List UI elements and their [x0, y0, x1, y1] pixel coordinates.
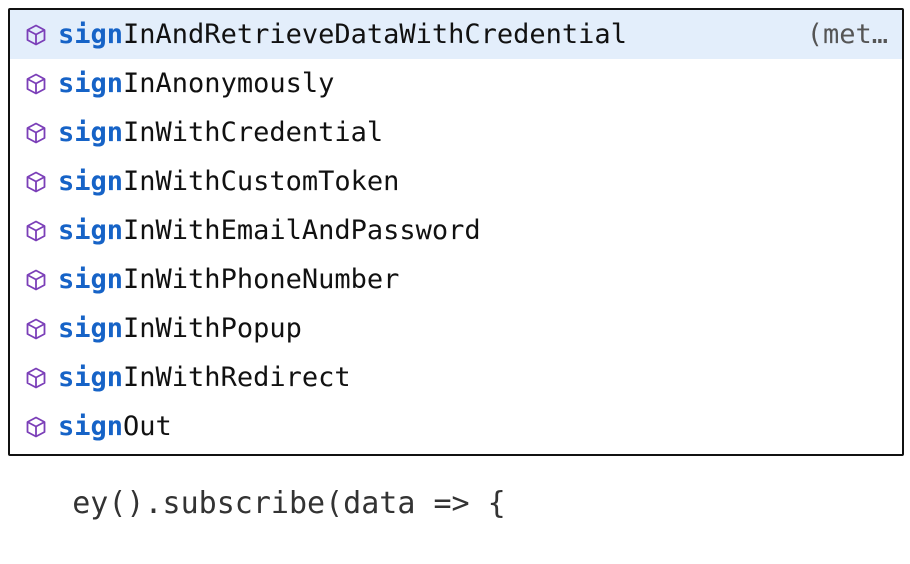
method-cube-icon — [24, 317, 48, 341]
suggestion-match-highlight: sign — [58, 313, 124, 344]
suggestion-item[interactable]: signInWithPopup — [10, 304, 902, 353]
suggestion-item[interactable]: signOut — [10, 402, 902, 451]
suggestion-item[interactable]: signInWithPhoneNumber — [10, 255, 902, 304]
method-cube-icon — [24, 23, 48, 47]
suggestion-rest: InAnonymously — [123, 68, 335, 99]
suggestion-match-highlight: sign — [58, 117, 124, 148]
suggestion-rest: InWithCustomToken — [123, 166, 400, 197]
code-line-text: ey().subscribe(data => { — [72, 486, 506, 521]
suggestion-match-highlight: sign — [58, 264, 124, 295]
suggestion-label: signOut — [58, 411, 172, 442]
suggestion-label: signInWithRedirect — [58, 362, 351, 393]
suggest-widget[interactable]: signInAndRetrieveDataWithCredential (met…… — [8, 8, 904, 456]
suggestion-item[interactable]: signInAnonymously — [10, 59, 902, 108]
suggestion-rest: InWithPhoneNumber — [123, 264, 400, 295]
suggestion-rest: InAndRetrieveDataWithCredential — [123, 19, 627, 50]
suggestion-rest: InWithEmailAndPassword — [123, 215, 481, 246]
suggestion-item[interactable]: signInWithRedirect — [10, 353, 902, 402]
suggestion-label: signInAnonymously — [58, 68, 334, 99]
suggestion-rest: Out — [123, 411, 172, 442]
suggestion-match-highlight: sign — [58, 19, 124, 50]
suggestion-item[interactable]: signInWithEmailAndPassword — [10, 206, 902, 255]
method-cube-icon — [24, 219, 48, 243]
suggestion-match-highlight: sign — [58, 166, 124, 197]
suggestion-label: signInWithCredential — [58, 117, 383, 148]
suggestion-label: signInWithPhoneNumber — [58, 264, 399, 295]
suggestion-label: signInWithCustomToken — [58, 166, 399, 197]
suggest-list[interactable]: signInAndRetrieveDataWithCredential (met…… — [10, 10, 902, 451]
suggestion-label: signInWithPopup — [58, 313, 302, 344]
method-cube-icon — [24, 72, 48, 96]
suggestion-match-highlight: sign — [58, 215, 124, 246]
suggestion-detail: (met… — [806, 19, 888, 50]
suggestion-item[interactable]: signInWithCredential — [10, 108, 902, 157]
suggestion-label: signInWithEmailAndPassword — [58, 215, 481, 246]
code-editor[interactable]: ey().subscribe(data => { signInAndRetrie… — [0, 0, 910, 521]
method-cube-icon — [24, 170, 48, 194]
method-cube-icon — [24, 415, 48, 439]
suggestion-match-highlight: sign — [58, 411, 124, 442]
suggestion-rest: InWithPopup — [123, 313, 302, 344]
suggestion-match-highlight: sign — [58, 68, 124, 99]
suggestion-item[interactable]: signInAndRetrieveDataWithCredential (met… — [10, 10, 902, 59]
suggestion-label: signInAndRetrieveDataWithCredential — [58, 19, 627, 50]
method-cube-icon — [24, 366, 48, 390]
method-cube-icon — [24, 121, 48, 145]
suggestion-rest: InWithCredential — [123, 117, 384, 148]
suggestion-rest: InWithRedirect — [123, 362, 351, 393]
suggestion-match-highlight: sign — [58, 362, 124, 393]
suggestion-item[interactable]: signInWithCustomToken — [10, 157, 902, 206]
method-cube-icon — [24, 268, 48, 292]
